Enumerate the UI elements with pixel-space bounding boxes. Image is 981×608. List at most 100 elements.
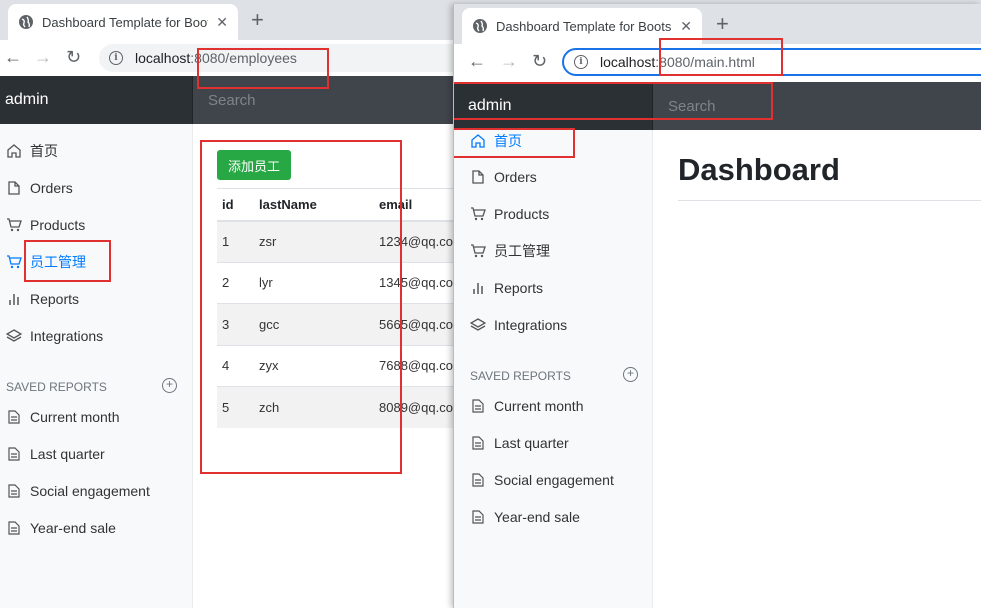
forward-arrow-icon[interactable]: →	[500, 51, 518, 71]
back-arrow-icon[interactable]: ←	[468, 51, 486, 71]
column-header-email: email	[374, 188, 454, 222]
report-last-quarter[interactable]: Last quarter	[0, 443, 192, 465]
shopping-cart-icon	[471, 207, 486, 221]
sidebar: 首页 Orders Products 员工管理 Reports Integrat…	[454, 130, 653, 608]
browser-window-main: Dashboard Template for Boots ✕ + ← → ↻ i…	[453, 4, 981, 608]
file-text-icon	[8, 447, 20, 461]
file-text-icon	[8, 410, 20, 424]
employee-table: id lastName email 1 zsr 1234@qq.com 2 ly…	[217, 188, 454, 428]
sidebar-item-label: Products	[494, 206, 550, 222]
browser-tab[interactable]: Dashboard Template for Boots ✕	[8, 4, 238, 40]
close-icon[interactable]: ✕	[680, 18, 692, 35]
close-icon[interactable]: ✕	[216, 14, 228, 31]
home-icon	[471, 134, 485, 148]
report-label: Social engagement	[30, 483, 150, 499]
url-path: :8080/employees	[190, 50, 297, 66]
address-bar[interactable]: i localhost:8080/main.html	[562, 48, 981, 76]
file-text-icon	[472, 510, 484, 524]
file-text-icon	[472, 399, 484, 413]
url-path: :8080/main.html	[655, 54, 755, 70]
cell-id: 1	[217, 220, 254, 262]
cell-id: 2	[217, 261, 254, 304]
sidebar-item-label: Orders	[494, 169, 537, 185]
tab-title: Dashboard Template for Boots	[496, 18, 672, 34]
new-tab-icon[interactable]: +	[716, 12, 729, 36]
sidebar: 首页 Orders Products 员工管理 Reports Integrat…	[0, 124, 193, 608]
file-icon	[8, 181, 20, 195]
saved-reports-heading: SAVED REPORTS	[470, 369, 571, 383]
file-icon	[472, 170, 484, 184]
table-row: 4 zyx 7688@qq.com	[217, 344, 454, 387]
title-divider	[678, 200, 981, 201]
report-label: Social engagement	[494, 472, 614, 488]
brand-admin[interactable]: admin	[0, 76, 193, 124]
reload-icon[interactable]: ↻	[532, 51, 547, 71]
file-text-icon	[472, 436, 484, 450]
tab-title: Dashboard Template for Boots	[42, 14, 209, 30]
sidebar-item-employees[interactable]: 员工管理	[0, 251, 192, 273]
report-label: Year-end sale	[494, 509, 580, 525]
file-text-icon	[472, 473, 484, 487]
sidebar-item-reports[interactable]: Reports	[454, 277, 652, 299]
search-input[interactable]: Search	[653, 82, 981, 130]
sidebar-item-label: Reports	[494, 280, 544, 296]
bar-chart-icon	[9, 294, 19, 305]
sidebar-item-home[interactable]: 首页	[0, 140, 192, 162]
cell-lastname: zsr	[254, 220, 374, 262]
table-row: 1 zsr 1234@qq.com	[217, 220, 454, 262]
info-icon[interactable]: i	[574, 55, 588, 69]
new-tab-icon[interactable]: +	[251, 8, 264, 32]
browser-tab[interactable]: Dashboard Template for Boots ✕	[462, 8, 702, 44]
report-social-engagement[interactable]: Social engagement	[0, 480, 192, 502]
plus-circle-icon[interactable]: +	[162, 378, 177, 393]
sidebar-item-products[interactable]: Products	[454, 203, 652, 225]
table-row: 5 zch 8089@qq.com	[217, 386, 454, 428]
report-current-month[interactable]: Current month	[0, 406, 192, 428]
plus-circle-icon[interactable]: +	[623, 367, 638, 382]
shopping-cart-icon	[7, 218, 22, 232]
add-employee-button[interactable]: 添加员工	[217, 150, 291, 180]
sidebar-item-reports[interactable]: Reports	[0, 288, 192, 310]
back-arrow-icon[interactable]: ←	[4, 47, 22, 67]
sidebar-item-label: Integrations	[30, 328, 104, 344]
report-label: Last quarter	[494, 435, 569, 451]
cell-email: 5665@qq.com	[374, 303, 454, 345]
browser-toolbar: ← → ↻ i localhost:8080/main.html	[454, 44, 981, 80]
url-host: localhost	[135, 50, 191, 66]
cell-lastname: gcc	[254, 303, 374, 345]
forward-arrow-icon[interactable]: →	[34, 47, 52, 67]
report-year-end-sale[interactable]: Year-end sale	[0, 517, 192, 539]
report-label: Current month	[494, 398, 584, 414]
cell-email: 7688@qq.com	[374, 344, 454, 387]
info-icon[interactable]: i	[109, 51, 123, 65]
cell-lastname: zyx	[254, 344, 374, 387]
column-header-lastname: lastName	[254, 188, 374, 222]
saved-reports-heading: SAVED REPORTS	[6, 380, 107, 394]
shopping-cart-icon	[7, 255, 22, 269]
sidebar-item-label: Reports	[30, 291, 80, 307]
sidebar-item-integrations[interactable]: Integrations	[454, 314, 652, 336]
report-last-quarter[interactable]: Last quarter	[454, 432, 652, 454]
report-social-engagement[interactable]: Social engagement	[454, 469, 652, 491]
reload-icon[interactable]: ↻	[66, 47, 81, 67]
table-row: 3 gcc 5665@qq.com	[217, 303, 454, 345]
report-year-end-sale[interactable]: Year-end sale	[454, 506, 652, 528]
report-current-month[interactable]: Current month	[454, 395, 652, 417]
sidebar-item-integrations[interactable]: Integrations	[0, 325, 192, 347]
cell-email: 1345@qq.com	[374, 261, 454, 304]
sidebar-item-home[interactable]: 首页	[454, 130, 652, 152]
brand-admin[interactable]: admin	[454, 82, 653, 130]
table-header-row: id lastName email	[217, 188, 454, 222]
sidebar-item-orders[interactable]: Orders	[454, 166, 652, 188]
file-text-icon	[8, 484, 20, 498]
sidebar-item-orders[interactable]: Orders	[0, 177, 192, 199]
sidebar-item-employees[interactable]: 员工管理	[454, 240, 652, 262]
globe-icon	[473, 19, 487, 33]
sidebar-item-label: 员工管理	[30, 254, 86, 270]
column-header-id: id	[217, 188, 254, 222]
sidebar-item-products[interactable]: Products	[0, 214, 192, 236]
sidebar-item-label: 首页	[30, 143, 58, 159]
cell-id: 4	[217, 344, 254, 387]
page-title: Dashboard	[678, 152, 840, 187]
globe-icon	[19, 15, 33, 29]
